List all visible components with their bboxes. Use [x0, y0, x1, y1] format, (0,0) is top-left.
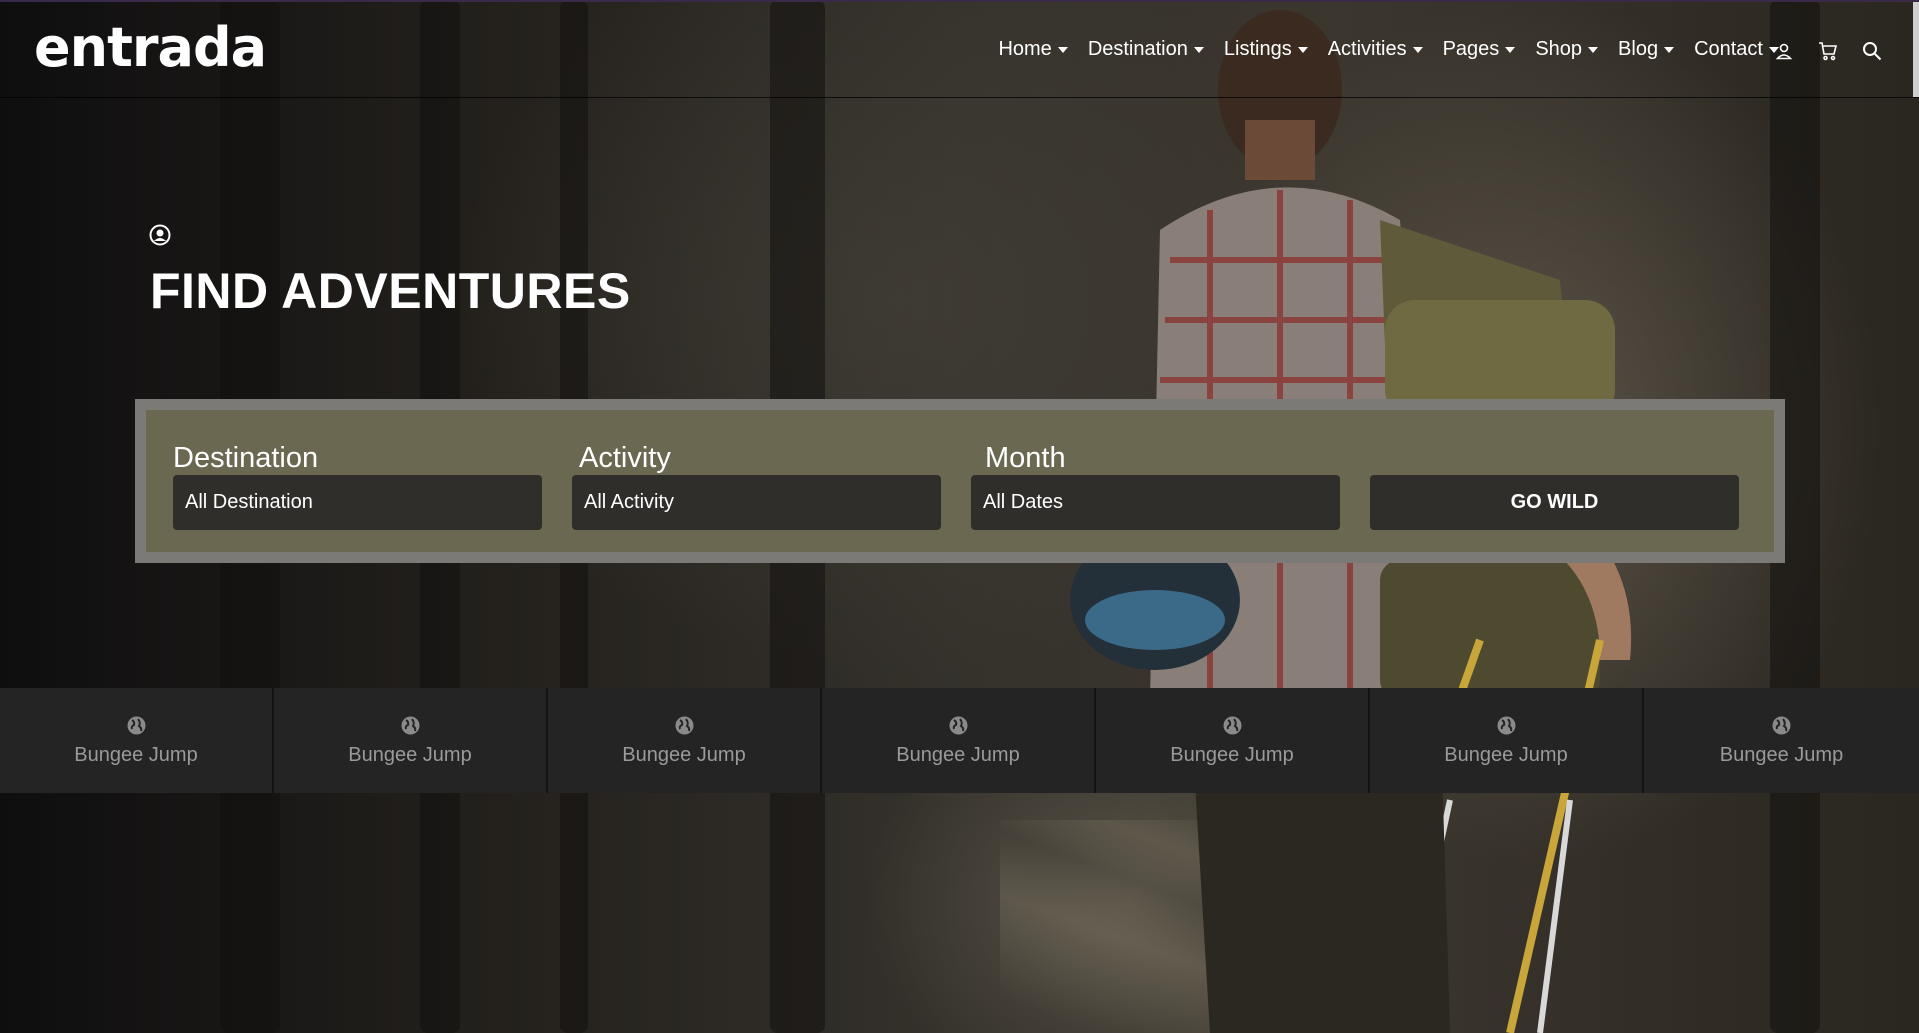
- activity-label: Bungee Jump: [348, 743, 472, 766]
- scrollbar[interactable]: [1913, 2, 1919, 97]
- activity-tile[interactable]: Bungee Jump: [822, 688, 1096, 793]
- destination-label: Destination: [173, 442, 319, 474]
- activity-label: Bungee Jump: [1170, 743, 1294, 766]
- globe-icon: [127, 716, 145, 734]
- activity-tile[interactable]: Bungee Jump: [1370, 688, 1644, 793]
- brand-logo[interactable]: entrada: [34, 16, 267, 79]
- caret-down-icon: [1588, 46, 1599, 53]
- caret-down-icon: [1505, 46, 1516, 53]
- user-icon[interactable]: [1773, 40, 1795, 62]
- activity-label: Activity: [579, 442, 671, 474]
- nav-item-label: Destination: [1087, 38, 1188, 60]
- activity-label: Bungee Jump: [1719, 743, 1844, 766]
- cart-icon[interactable]: [1817, 40, 1839, 62]
- activity-tile[interactable]: Bungee Jump: [1096, 688, 1370, 793]
- activity-tile[interactable]: Bungee Jump: [548, 688, 822, 793]
- navbar: entrada Home Destination Listings Activi…: [0, 2, 1919, 98]
- nav-item-label: Shop: [1535, 38, 1583, 60]
- nav-item-home[interactable]: Home: [998, 38, 1068, 61]
- activity-select[interactable]: All Activity: [572, 475, 941, 530]
- activity-bar: Bungee Jump Bungee Jump Bungee Jump Bung…: [0, 688, 1919, 793]
- search-form: Destination All Destination Activity All…: [146, 410, 1774, 552]
- month-label: Month: [985, 442, 1066, 474]
- nav-icons: [1773, 40, 1883, 62]
- globe-icon: [1772, 716, 1791, 734]
- caret-down-icon: [1297, 46, 1308, 53]
- nav-item-shop[interactable]: Shop: [1535, 38, 1599, 61]
- activity-tile[interactable]: Bungee Jump: [0, 688, 274, 793]
- nav-item-activities[interactable]: Activities: [1328, 38, 1423, 61]
- page-title: FIND ADVENTURES: [150, 263, 631, 319]
- caret-down-icon: [1664, 46, 1675, 53]
- nav-item-pages[interactable]: Pages: [1443, 38, 1516, 61]
- nav-item-label: Activities: [1327, 38, 1407, 60]
- search-panel: Destination All Destination Activity All…: [135, 399, 1785, 563]
- nav-item-contact[interactable]: Contact: [1694, 38, 1779, 61]
- activity-label: Bungee Jump: [1444, 743, 1568, 766]
- nav-item-label: Blog: [1618, 38, 1659, 60]
- globe-icon: [675, 716, 693, 734]
- nav-item-label: Pages: [1442, 38, 1500, 60]
- globe-icon: [1497, 716, 1515, 734]
- activity-label: Bungee Jump: [896, 743, 1020, 766]
- nav-item-listings[interactable]: Listings: [1224, 38, 1308, 61]
- nav-item-label: Listings: [1223, 38, 1292, 60]
- globe-icon: [949, 716, 967, 734]
- caret-down-icon: [1057, 46, 1068, 53]
- globe-icon: [401, 716, 419, 734]
- caret-down-icon: [1193, 46, 1204, 53]
- nav-item-blog[interactable]: Blog: [1618, 38, 1675, 61]
- month-select[interactable]: All Dates: [971, 475, 1340, 530]
- search-icon[interactable]: [1861, 40, 1883, 62]
- activity-label: Bungee Jump: [622, 743, 746, 766]
- activity-tile[interactable]: Bungee Jump: [274, 688, 548, 793]
- activity-tile[interactable]: Bungee Jump: [1644, 688, 1919, 793]
- go-wild-button[interactable]: GO WILD: [1370, 475, 1739, 530]
- globe-icon: [1223, 716, 1241, 734]
- nav-item-label: Contact: [1694, 38, 1763, 60]
- nav-item-destination[interactable]: Destination: [1088, 38, 1204, 61]
- activity-label: Bungee Jump: [74, 743, 198, 766]
- main-nav: Home Destination Listings Activities Pag…: [978, 38, 1779, 61]
- caret-down-icon: [1412, 46, 1423, 53]
- nav-item-label: Home: [998, 38, 1052, 60]
- destination-select[interactable]: All Destination: [173, 475, 542, 530]
- user-circle-icon: [149, 224, 171, 246]
